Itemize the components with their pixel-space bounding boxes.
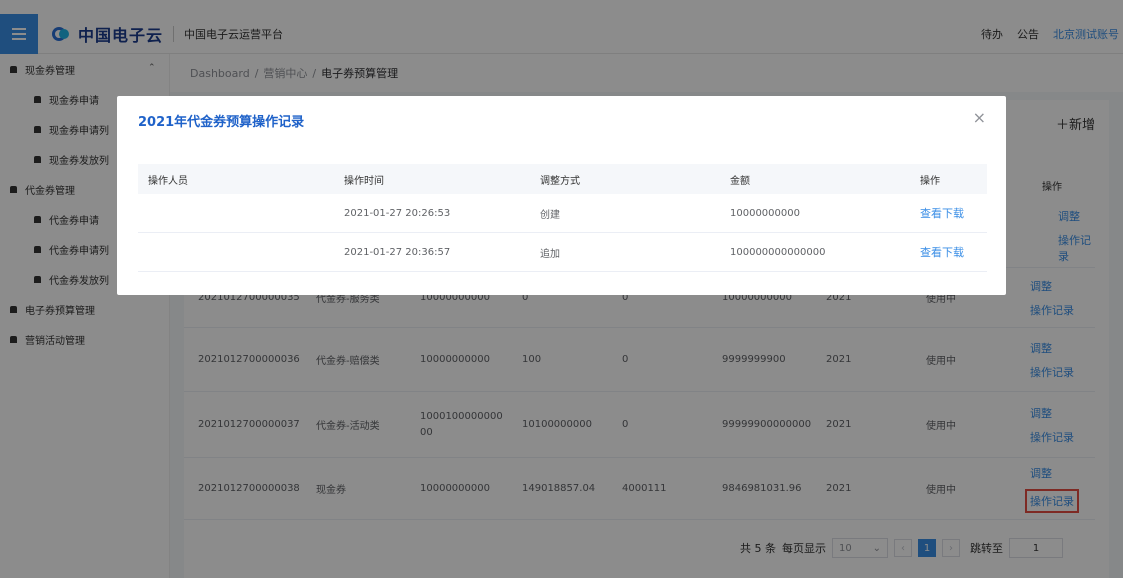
view-download-link[interactable]: 查看下载 bbox=[920, 205, 987, 221]
record-row: 2021-01-27 20:36:57 追加 100000000000000 查… bbox=[138, 233, 987, 272]
cell-time: 2021-01-27 20:36:57 bbox=[344, 246, 451, 258]
close-icon[interactable]: × bbox=[973, 108, 986, 127]
dialog-title: 2021年代金券预算操作记录 bbox=[138, 115, 305, 130]
col-operator: 操作人员 bbox=[148, 175, 188, 187]
cell-amount: 10000000000 bbox=[730, 207, 800, 219]
record-table: 操作人员 操作时间 调整方式 金额 操作 2021-01-27 20:26:53… bbox=[138, 164, 987, 272]
record-table-header: 操作人员 操作时间 调整方式 金额 操作 bbox=[138, 164, 987, 194]
col-time: 操作时间 bbox=[344, 175, 384, 187]
view-download-link[interactable]: 查看下载 bbox=[920, 244, 987, 260]
operation-record-dialog: 2021年代金券预算操作记录 × 操作人员 操作时间 调整方式 金额 操作 20… bbox=[117, 96, 1006, 295]
col-action: 操作 bbox=[920, 175, 940, 187]
cell-method: 创建 bbox=[540, 209, 560, 221]
col-method: 调整方式 bbox=[540, 175, 580, 187]
cell-time: 2021-01-27 20:26:53 bbox=[344, 207, 451, 219]
cell-amount: 100000000000000 bbox=[730, 246, 826, 258]
cell-method: 追加 bbox=[540, 248, 560, 260]
col-amount: 金额 bbox=[730, 175, 750, 187]
record-row: 2021-01-27 20:26:53 创建 10000000000 查看下载 bbox=[138, 194, 987, 233]
